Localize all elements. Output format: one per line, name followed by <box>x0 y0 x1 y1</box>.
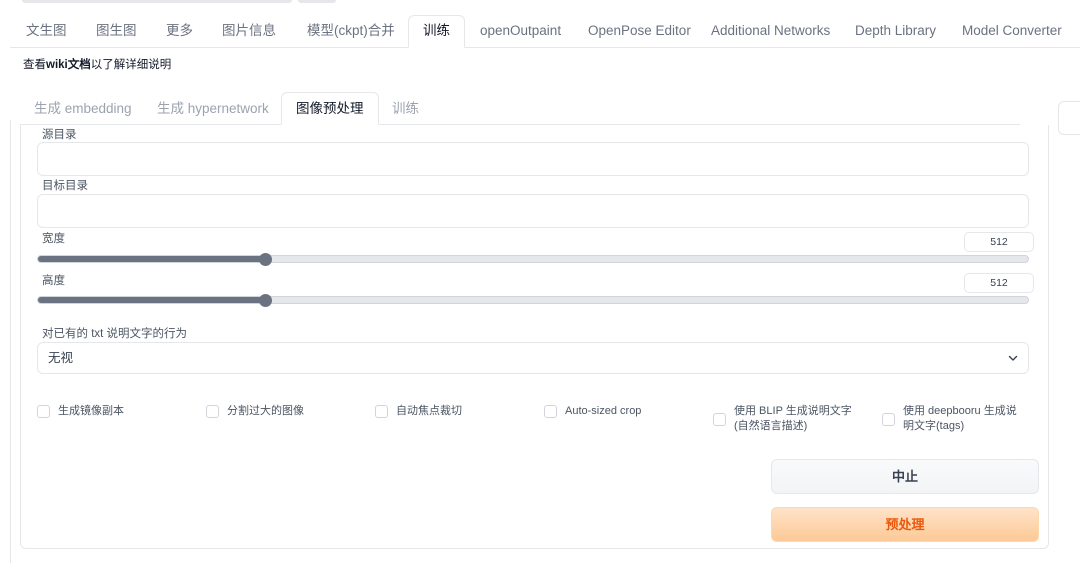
tab-train[interactable]: 训练 <box>408 15 465 48</box>
tab-train-sub[interactable]: 训练 <box>392 93 419 125</box>
wiki-help-post: 以了解详细说明 <box>90 59 172 71</box>
checkbox-box[interactable] <box>713 413 726 426</box>
stop-button[interactable]: 中止 <box>771 459 1039 494</box>
wiki-doc-link[interactable]: wiki文档 <box>46 59 91 71</box>
tab-openoutpaint[interactable]: openOutpaint <box>480 16 561 48</box>
tab-create-embedding[interactable]: 生成 embedding <box>34 93 132 125</box>
top-scroll-fragment-2 <box>298 0 336 3</box>
checkbox-auto-sized-crop[interactable]: Auto-sized crop <box>544 404 641 419</box>
checkbox-label: 自动焦点裁切 <box>396 405 462 417</box>
tab-checkpoint-merger[interactable]: 模型(ckpt)合并 <box>307 16 395 48</box>
checkbox-deepbooru-caption[interactable]: 使用 deepbooru 生成说 明文字(tags) <box>882 404 1017 434</box>
tab-extras[interactable]: 更多 <box>166 16 193 48</box>
tab-openpose-editor[interactable]: OpenPose Editor <box>588 16 691 48</box>
width-slider-fill <box>38 256 266 262</box>
left-border-line <box>10 120 11 563</box>
tab-create-hypernetwork[interactable]: 生成 hypernetwork <box>157 93 269 125</box>
width-slider[interactable] <box>37 255 1029 263</box>
sub-tab-bar: 生成 embedding 生成 hypernetwork 图像预处理 训练 <box>20 92 1020 125</box>
caption-behavior-label: 对已有的 txt 说明文字的行为 <box>42 328 188 340</box>
tab-img2img[interactable]: 图生图 <box>96 16 137 48</box>
checkbox-label: 分割过大的图像 <box>227 405 304 417</box>
source-dir-input[interactable] <box>37 142 1029 176</box>
height-label: 高度 <box>42 275 65 287</box>
checkbox-flip-copy[interactable]: 生成镜像副本 <box>37 404 124 419</box>
height-number-input[interactable]: 512 <box>964 273 1034 293</box>
checkbox-box[interactable] <box>544 405 557 418</box>
height-slider-fill <box>38 297 266 303</box>
checkbox-label: 生成镜像副本 <box>58 405 124 417</box>
checkbox-focal-crop[interactable]: 自动焦点裁切 <box>375 404 462 419</box>
checkbox-box[interactable] <box>375 405 388 418</box>
checkbox-label: 使用 BLIP 生成说明文字 (自然语言描述) <box>734 405 852 432</box>
top-scroll-fragment <box>22 0 292 3</box>
chevron-down-icon <box>1008 355 1018 361</box>
target-dir-input[interactable] <box>37 194 1029 228</box>
source-dir-label: 源目录 <box>42 129 77 141</box>
height-slider[interactable] <box>37 296 1029 304</box>
target-dir-label: 目标目录 <box>42 180 88 192</box>
side-panel-stub <box>1058 101 1080 135</box>
preprocess-button[interactable]: 预处理 <box>771 507 1039 542</box>
checkbox-box[interactable] <box>882 413 895 426</box>
checkbox-box[interactable] <box>206 405 219 418</box>
caption-behavior-value: 无视 <box>48 351 74 365</box>
tab-txt2img[interactable]: 文生图 <box>26 16 67 48</box>
tab-model-converter[interactable]: Model Converter <box>962 16 1062 48</box>
checkbox-box[interactable] <box>37 405 50 418</box>
caption-behavior-dropdown[interactable]: 无视 <box>37 342 1029 374</box>
tab-png-info[interactable]: 图片信息 <box>222 16 276 48</box>
checkbox-label: 使用 deepbooru 生成说 明文字(tags) <box>903 405 1017 432</box>
checkbox-split-oversized[interactable]: 分割过大的图像 <box>206 404 304 419</box>
width-number-input[interactable]: 512 <box>964 232 1034 252</box>
width-label: 宽度 <box>42 233 65 245</box>
main-tab-bar: 文生图 图生图 更多 图片信息 模型(ckpt)合并 训练 openOutpai… <box>10 15 1080 48</box>
wiki-help-text: 查看wiki文档以了解详细说明 <box>23 56 171 72</box>
tab-additional-networks[interactable]: Additional Networks <box>711 16 830 48</box>
checkbox-blip-caption[interactable]: 使用 BLIP 生成说明文字 (自然语言描述) <box>713 404 852 434</box>
tab-preprocess-images[interactable]: 图像预处理 <box>281 92 379 125</box>
wiki-help-pre: 查看 <box>23 59 46 71</box>
tab-depth-library[interactable]: Depth Library <box>855 16 936 48</box>
checkbox-label: Auto-sized crop <box>565 405 642 417</box>
